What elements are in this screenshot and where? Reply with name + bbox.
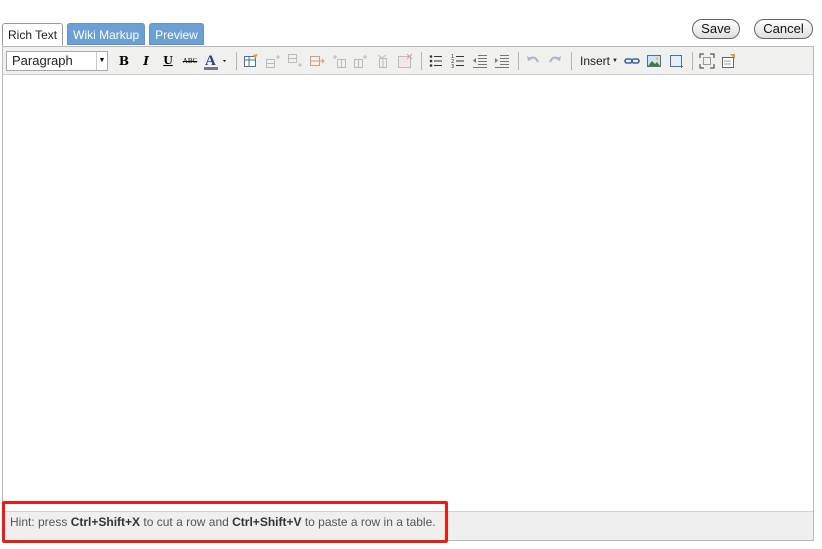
table-col-before-icon[interactable] — [329, 51, 349, 71]
save-button[interactable]: Save — [692, 19, 740, 39]
table-delete-col-icon[interactable] — [373, 51, 393, 71]
hint-middle: to cut a row and — [143, 515, 229, 529]
toolbar-separator — [571, 51, 572, 70]
image-icon[interactable] — [644, 51, 664, 71]
table-col-after-icon[interactable] — [351, 51, 371, 71]
chevron-down-icon: ▼ — [96, 51, 107, 70]
macro-icon[interactable] — [666, 51, 686, 71]
toolbar-separator — [518, 51, 519, 70]
insert-menu-button[interactable]: Insert ▼ — [576, 51, 622, 71]
table-row-after-icon[interactable] — [285, 51, 305, 71]
svg-text:3: 3 — [451, 64, 454, 69]
format-select-value: Paragraph — [12, 53, 73, 68]
underline-icon[interactable]: U — [158, 51, 178, 71]
text-color-icon[interactable]: A — [202, 51, 230, 71]
hint-prefix: Hint: press — [10, 515, 68, 529]
insert-table-icon[interactable] — [241, 51, 261, 71]
bold-icon[interactable]: B — [114, 51, 134, 71]
table-row-before-icon[interactable] — [263, 51, 283, 71]
editor-content-area[interactable] — [3, 75, 813, 511]
italic-icon[interactable]: I — [136, 51, 156, 71]
toolbar-separator — [421, 51, 422, 70]
redo-icon[interactable] — [545, 51, 565, 71]
tab-rich-text[interactable]: Rich Text — [2, 23, 64, 46]
strikethrough-icon[interactable]: ABC — [180, 51, 200, 71]
tab-wiki-markup[interactable]: Wiki Markup — [67, 23, 146, 45]
undo-icon[interactable] — [523, 51, 543, 71]
toolbar-separator — [691, 51, 693, 70]
editor-toolbar: Paragraph ▼ B I U ABC A 1 2 3 Insert ▼ — [3, 47, 813, 75]
hint-key-cut: Ctrl+Shift+X — [70, 515, 141, 529]
table-delete-row-icon[interactable] — [307, 51, 327, 71]
indent-icon[interactable] — [492, 51, 512, 71]
hint-key-paste: Ctrl+Shift+V — [232, 515, 302, 529]
svg-text:A: A — [205, 53, 216, 69]
tab-preview[interactable]: Preview — [149, 23, 204, 45]
outdent-icon[interactable] — [470, 51, 490, 71]
link-icon[interactable] — [622, 51, 642, 71]
table-delete-icon[interactable] — [395, 51, 415, 71]
fullscreen-icon[interactable] — [697, 51, 717, 71]
chevron-down-icon: ▼ — [612, 57, 618, 64]
numbered-list-icon[interactable]: 123 — [448, 51, 468, 71]
rich-text-editor: Paragraph ▼ B I U ABC A 1 2 3 Insert ▼ — [2, 46, 814, 541]
bullet-list-icon[interactable] — [426, 51, 446, 71]
toolbar-separator — [236, 51, 237, 70]
insert-menu-label: Insert — [580, 53, 611, 68]
editor-mode-tabs: Rich Text Wiki Markup Preview — [2, 23, 204, 46]
table-shortcut-hint: Hint: press Ctrl+Shift+X to cut a row an… — [2, 501, 448, 543]
properties-icon[interactable] — [719, 51, 739, 71]
hint-suffix: to paste a row in a table. — [304, 515, 436, 529]
cancel-button[interactable]: Cancel — [754, 19, 813, 39]
paragraph-format-select[interactable]: Paragraph ▼ — [6, 50, 108, 71]
